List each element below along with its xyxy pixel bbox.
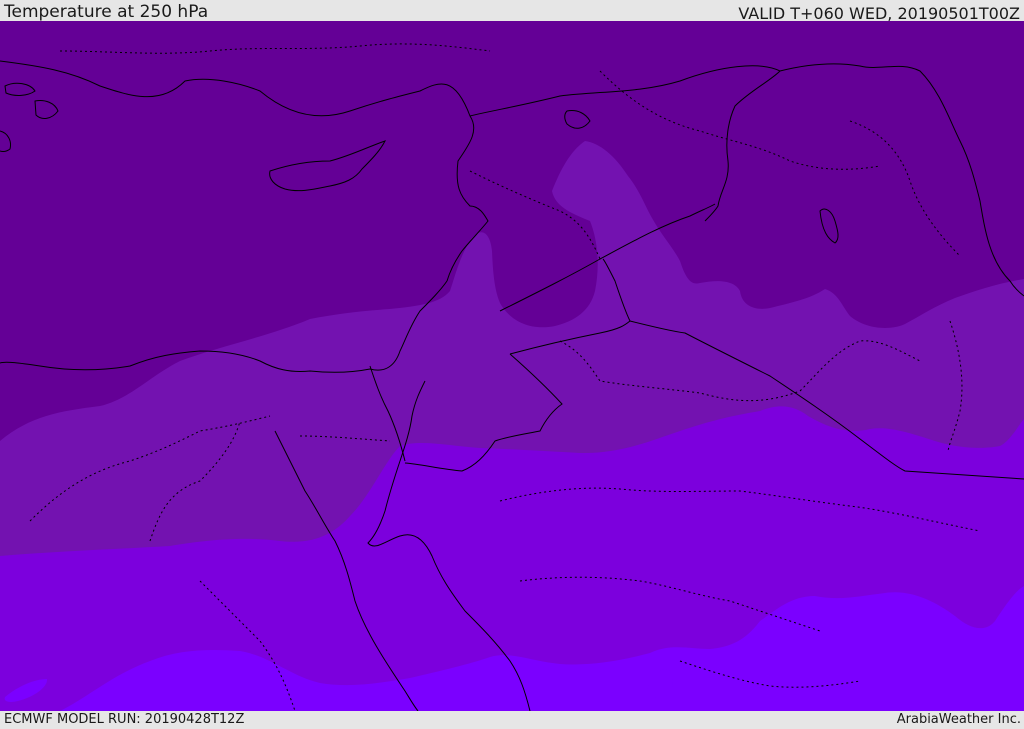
credit-label: ArabiaWeather Inc.	[896, 712, 1021, 727]
valid-time-label: VALID T+060 WED, 20190501T00Z	[738, 4, 1020, 23]
map-title: Temperature at 250 hPa	[4, 2, 209, 22]
weather-map[interactable]	[0, 21, 1024, 711]
footer-bar: ECMWF MODEL RUN: 20190428T12Z ArabiaWeat…	[0, 711, 1024, 729]
model-run-label: ECMWF MODEL RUN: 20190428T12Z	[4, 712, 245, 727]
header-bar: Temperature at 250 hPa VALID T+060 WED, …	[0, 0, 1024, 23]
temperature-map-svg	[0, 21, 1024, 711]
